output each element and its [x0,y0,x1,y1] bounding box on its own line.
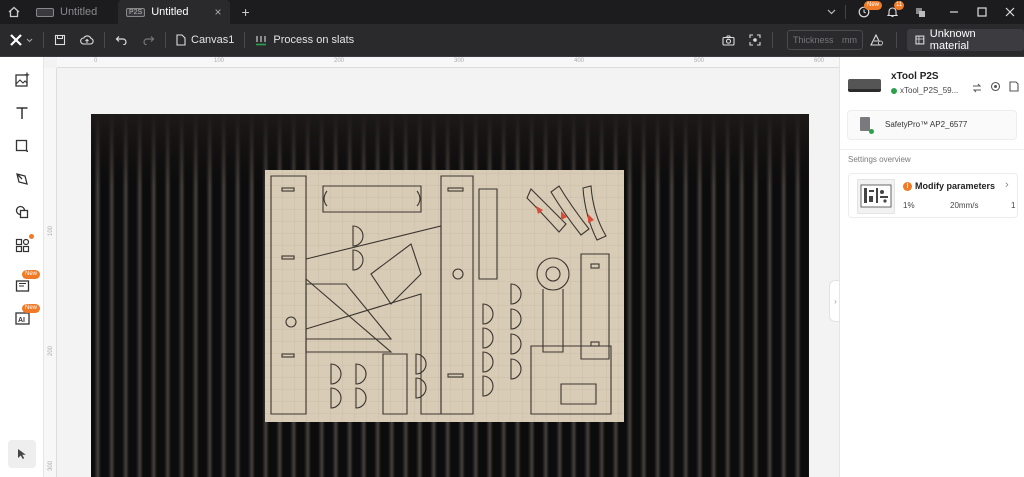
save-icon[interactable] [54,24,66,57]
cloud-upload-icon[interactable] [80,24,94,57]
ruler-vertical: 100 200 300 [44,68,57,477]
notification-count: 11 [894,1,905,10]
title-bar: Untitled P2S Untitled × + New 11 [0,0,1024,24]
process-mode-label: Process on slats [273,34,355,46]
modify-parameters-label: Modify parameters [915,181,996,191]
tab-device-badge: P2S [126,7,146,17]
speed-value: 20mm/s [950,201,979,210]
pen-tool-icon[interactable] [13,170,31,188]
add-image-icon[interactable] [13,71,31,89]
device-thumbnail [848,79,881,92]
maximize-icon[interactable] [968,0,996,24]
warning-icon: ! [903,182,912,191]
tab-label: Untitled [60,6,98,18]
ruler-tick: 200 [334,58,345,64]
cursor-arrow-icon [18,449,26,459]
tab-untitled-2[interactable]: P2S Untitled × [118,0,230,24]
process-mode-button[interactable]: Process on slats [255,24,354,57]
xtool-logo-icon [10,34,22,46]
home-icon[interactable] [0,0,28,24]
panel-divider [840,149,1024,150]
canvas-name: Canvas1 [191,34,235,46]
settings-overview-heading: Settings overview [848,155,911,164]
ruler-tick: 500 [694,58,705,64]
ruler-tick: 400 [574,58,585,64]
new-badge: New [22,304,41,313]
divider [165,32,166,48]
left-toolbar: New AI New [0,57,44,477]
update-dot [29,234,34,239]
camera-preview [91,114,809,477]
material-button[interactable]: Unknown material [907,28,1024,52]
document-icon [176,34,186,46]
layer-thumbnail [857,179,895,214]
select-tool-button[interactable] [8,440,36,468]
chevron-down-icon [26,38,33,42]
divider [104,32,105,48]
svg-text:AI: AI [18,317,25,324]
device-settings-icon[interactable] [990,79,1001,97]
redo-icon[interactable] [143,24,155,57]
accessory-card[interactable]: SafetyPro™ AP2_6577 [847,110,1017,140]
connected-dot [891,87,897,94]
settings-card[interactable]: ! Modify parameters › 1% 20mm/s 1 [848,173,1018,218]
tab-label: Untitled [151,6,189,18]
material-label: Unknown material [929,28,976,52]
chevron-right-icon[interactable]: › [1005,179,1009,191]
accessory-connected-dot [869,129,874,134]
thickness-placeholder: Thickness [793,35,834,45]
ruler-tick: 300 [454,58,465,64]
autofocus-icon[interactable] [869,24,883,57]
minimize-icon[interactable] [940,0,968,24]
xtool-logo-menu[interactable] [0,24,33,57]
elements-library-icon[interactable] [13,236,31,254]
device-id: xTool_P2S_59... [900,86,959,95]
device-name: xTool P2S [891,71,939,82]
windows-icon[interactable] [906,0,934,24]
accessory-name: SafetyPro™ AP2_6577 [885,120,968,129]
chevron-down-icon[interactable] [817,0,845,24]
divider [772,32,773,48]
thickness-input[interactable]: Thickness mm [787,30,863,50]
bell-icon[interactable]: 11 [878,0,906,24]
clock-icon[interactable]: New [850,0,883,24]
new-badge: New [22,270,41,279]
canvas-name-button[interactable]: Canvas1 [176,24,234,57]
thickness-unit: mm [842,35,857,45]
slats-icon [256,36,267,46]
right-panel: xTool P2S xTool_P2S_59... SafetyPro™ AP2… [839,57,1024,477]
canvas-area[interactable]: 0 100 200 300 400 500 600 100 200 300 [44,57,839,477]
divider [896,32,897,48]
combine-shapes-icon[interactable] [13,203,31,221]
ruler-tick: 100 [214,58,225,64]
new-tab-button[interactable]: + [242,0,250,24]
divider [43,32,44,48]
ruler-horizontal: 0 100 200 300 400 500 600 [57,57,839,68]
undo-icon[interactable] [115,24,127,57]
material-icon [915,35,925,45]
ruler-tick: 600 [814,58,825,64]
workbed-photo [91,114,809,477]
close-tab-icon[interactable]: × [215,5,222,19]
camera-icon[interactable] [722,24,735,57]
shape-tool-icon[interactable] [13,137,31,155]
main-toolbar: Canvas1 Process on slats Thickness mm Un… [0,24,1024,57]
ruler-tick: 300 [48,460,55,472]
air-purifier-icon [860,117,870,131]
tab-untitled-1[interactable]: Untitled [28,0,112,24]
device-status: xTool_P2S_59... [891,86,958,95]
passes-value: 1 [1011,201,1016,210]
device-file-icon[interactable] [1009,79,1019,97]
divider [244,32,246,48]
ruler-tick: 200 [48,345,55,357]
swap-device-icon[interactable] [972,80,982,98]
text-tool-icon[interactable] [13,104,31,122]
ruler-tick: 100 [48,225,55,237]
tab-badge [36,7,54,17]
capture-area-icon[interactable] [749,24,761,57]
close-window-icon[interactable] [996,0,1024,24]
ruler-tick: 0 [94,58,98,64]
power-value: 1% [903,201,915,210]
